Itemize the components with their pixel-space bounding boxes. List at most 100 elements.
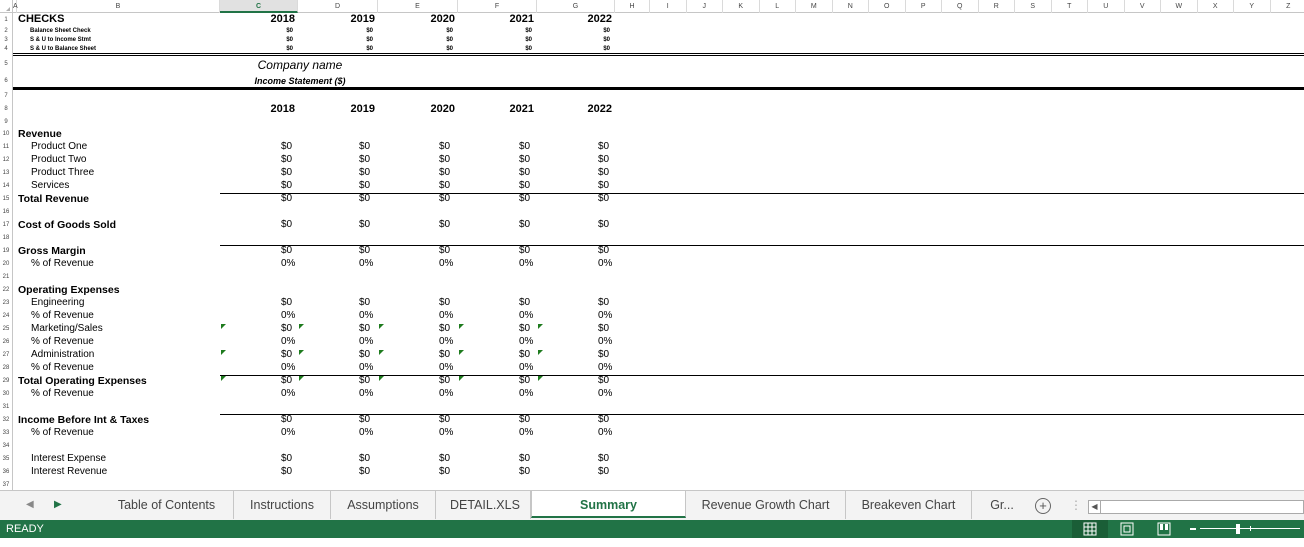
row-header-12[interactable]: 12: [0, 154, 12, 167]
splitter-handle[interactable]: ⋮: [1070, 498, 1082, 512]
row-header-15[interactable]: 15: [0, 193, 12, 206]
column-header-x[interactable]: X: [1198, 0, 1235, 13]
line-item-value[interactable]: 0%: [439, 336, 453, 348]
check-value[interactable]: $0: [537, 27, 610, 35]
row-header-19[interactable]: 19: [0, 245, 12, 258]
check-value[interactable]: $0: [537, 45, 610, 53]
row-header-24[interactable]: 24: [0, 310, 12, 323]
line-item-value[interactable]: $0: [439, 453, 450, 465]
column-header-e[interactable]: E: [378, 0, 458, 13]
sheet-tab[interactable]: Summary Statements: [531, 491, 686, 518]
column-header-u[interactable]: U: [1088, 0, 1125, 13]
line-item-value[interactable]: $0: [598, 193, 609, 205]
line-item-value[interactable]: 0%: [359, 362, 373, 374]
line-item-value[interactable]: $0: [519, 219, 530, 231]
row-header-20[interactable]: 20: [0, 258, 12, 271]
row-header-6[interactable]: 6: [0, 72, 12, 90]
row-header-28[interactable]: 28: [0, 362, 12, 375]
column-header-z[interactable]: Z: [1271, 0, 1304, 13]
column-header-k[interactable]: K: [723, 0, 760, 13]
line-item-value[interactable]: $0: [281, 167, 292, 179]
line-item-value[interactable]: $0: [359, 297, 370, 309]
line-item-value[interactable]: $0: [281, 219, 292, 231]
row-header-1[interactable]: 1: [0, 13, 12, 27]
error-indicator-icon[interactable]: [538, 376, 543, 381]
line-item-value[interactable]: $0: [439, 323, 450, 335]
column-header-s[interactable]: S: [1015, 0, 1052, 13]
row-header-37[interactable]: 37: [0, 479, 12, 490]
error-indicator-icon[interactable]: [459, 324, 464, 329]
zoom-slider-thumb[interactable]: [1236, 524, 1240, 534]
spreadsheet-grid[interactable]: ABCDEFGHIJKLMNOPQRSTUVWXYZ 1234567891011…: [0, 0, 1304, 490]
column-header-v[interactable]: V: [1125, 0, 1162, 13]
horizontal-scrollbar[interactable]: ◀: [1088, 500, 1304, 514]
row-header-31[interactable]: 31: [0, 401, 12, 414]
line-item-value[interactable]: $0: [598, 323, 609, 335]
check-value[interactable]: $0: [378, 45, 453, 53]
row-header-26[interactable]: 26: [0, 336, 12, 349]
row-header-36[interactable]: 36: [0, 466, 12, 479]
column-header-h[interactable]: H: [615, 0, 650, 13]
line-item-value[interactable]: $0: [281, 180, 292, 192]
page-break-preview-button[interactable]: [1146, 520, 1182, 538]
row-header-8[interactable]: 8: [0, 102, 12, 116]
line-item-value[interactable]: $0: [519, 414, 530, 426]
line-item-value[interactable]: 0%: [439, 258, 453, 270]
line-item-value[interactable]: 0%: [281, 427, 295, 439]
line-item-value[interactable]: $0: [439, 375, 450, 387]
line-item-value[interactable]: $0: [359, 375, 370, 387]
normal-view-button[interactable]: [1072, 520, 1108, 538]
check-value[interactable]: $0: [378, 36, 453, 44]
row-header-2[interactable]: 2: [0, 27, 12, 36]
line-item-value[interactable]: $0: [598, 375, 609, 387]
row-header-17[interactable]: 17: [0, 219, 12, 232]
scroll-tabs-left-icon[interactable]: ◀: [26, 499, 34, 510]
line-item-value[interactable]: 0%: [519, 336, 533, 348]
line-item-value[interactable]: 0%: [359, 388, 373, 400]
row-header-10[interactable]: 10: [0, 128, 12, 141]
column-header-d[interactable]: D: [298, 0, 378, 13]
row-header-23[interactable]: 23: [0, 297, 12, 310]
line-item-value[interactable]: 0%: [519, 388, 533, 400]
error-indicator-icon[interactable]: [459, 376, 464, 381]
column-header-n[interactable]: N: [833, 0, 870, 13]
row-header-27[interactable]: 27: [0, 349, 12, 362]
error-indicator-icon[interactable]: [379, 350, 384, 355]
line-item-value[interactable]: 0%: [598, 336, 612, 348]
column-header-y[interactable]: Y: [1234, 0, 1271, 13]
column-header-j[interactable]: J: [687, 0, 724, 13]
column-header-b[interactable]: B: [17, 0, 220, 13]
line-item-value[interactable]: $0: [439, 141, 450, 153]
line-item-value[interactable]: $0: [598, 453, 609, 465]
error-indicator-icon[interactable]: [221, 350, 226, 355]
line-item-value[interactable]: 0%: [439, 388, 453, 400]
line-item-value[interactable]: $0: [359, 154, 370, 166]
line-item-value[interactable]: $0: [439, 349, 450, 361]
line-item-value[interactable]: $0: [359, 323, 370, 335]
line-item-value[interactable]: $0: [359, 219, 370, 231]
line-item-value[interactable]: $0: [519, 180, 530, 192]
line-item-value[interactable]: $0: [598, 349, 609, 361]
sheet-tab[interactable]: Instructions: [234, 491, 331, 519]
line-item-value[interactable]: 0%: [359, 310, 373, 322]
error-indicator-icon[interactable]: [299, 376, 304, 381]
line-item-value[interactable]: $0: [281, 323, 292, 335]
line-item-value[interactable]: $0: [281, 349, 292, 361]
line-item-value[interactable]: $0: [359, 466, 370, 478]
line-item-value[interactable]: $0: [439, 219, 450, 231]
select-all-corner[interactable]: [0, 0, 13, 13]
line-item-value[interactable]: $0: [519, 297, 530, 309]
column-header-p[interactable]: P: [906, 0, 943, 13]
line-item-value[interactable]: $0: [519, 375, 530, 387]
line-item-value[interactable]: $0: [519, 466, 530, 478]
column-header-o[interactable]: O: [869, 0, 906, 13]
column-header-l[interactable]: L: [760, 0, 797, 13]
column-header-i[interactable]: I: [650, 0, 687, 13]
row-header-16[interactable]: 16: [0, 206, 12, 219]
line-item-value[interactable]: 0%: [281, 362, 295, 374]
line-item-value[interactable]: 0%: [281, 336, 295, 348]
column-header-r[interactable]: R: [979, 0, 1016, 13]
column-header-c[interactable]: C: [220, 0, 298, 13]
line-item-value[interactable]: $0: [359, 245, 370, 257]
line-item-value[interactable]: $0: [281, 193, 292, 205]
